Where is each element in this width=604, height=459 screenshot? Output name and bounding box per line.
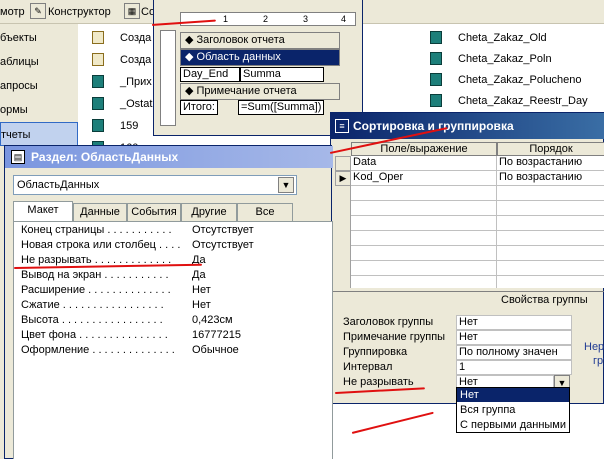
group-props-title: Свойства группы [501, 294, 588, 306]
nav-item-reports[interactable]: тчеты [0, 122, 78, 146]
keep-together-dropdown[interactable]: Нет Вся группа С первыми данными [456, 387, 570, 433]
list-item[interactable]: _Ostat [120, 96, 152, 112]
col-order-header[interactable]: Порядок [497, 142, 604, 156]
object-selector[interactable]: ОбластьДанных [13, 175, 297, 195]
prop-group-footer-value[interactable]: Нет [456, 330, 572, 345]
report-icon [92, 97, 104, 110]
tab-events[interactable]: События [127, 203, 181, 221]
grid-order-cell[interactable]: По возрастанию [497, 171, 604, 186]
band-arrow-icon: ◆ [185, 51, 197, 63]
report-icon [92, 119, 104, 132]
ruler-mark: 2 [263, 14, 269, 24]
property-value[interactable]: Нет [192, 298, 211, 313]
prop-group-on-value[interactable]: По полному значен [456, 345, 572, 360]
view-button[interactable]: мотр [0, 4, 25, 20]
create-report-icon [92, 31, 104, 44]
grid-field-cell[interactable]: Data [351, 156, 497, 171]
sort-group-icon: ≡ [335, 119, 349, 133]
expr-sum[interactable]: =Sum([Summa]) [238, 100, 324, 115]
property-value[interactable]: Да [192, 268, 206, 283]
tab-other[interactable]: Другие [181, 203, 237, 221]
property-label: Новая строка или столбец . . . . [21, 239, 181, 251]
tab-layout[interactable]: Макет [13, 201, 73, 222]
properties-title[interactable]: Раздел: ОбластьДанных [5, 146, 333, 168]
dropdown-option-no[interactable]: Нет [457, 388, 569, 402]
band-arrow-icon: ◆ [185, 85, 197, 97]
prop-label: Группировка [343, 346, 408, 358]
list-item[interactable]: 159 [120, 118, 138, 134]
sorting-grouping-window: Сортировка и группировка ≡ Поле/выражени… [330, 112, 604, 404]
report-icon [92, 75, 104, 88]
prop-interval-value[interactable]: 1 [456, 360, 572, 375]
list-item[interactable]: _Прих [120, 74, 152, 90]
ruler-mark: 1 [223, 14, 229, 24]
label-itogo[interactable]: Итого: [180, 100, 218, 115]
side-hint: гру [593, 355, 604, 367]
row-selector-column [335, 186, 351, 288]
create-report-icon [92, 53, 104, 66]
band-report-footer[interactable]: ◆ Примечание отчета [180, 83, 340, 100]
prop-label: Заголовок группы [343, 316, 434, 328]
property-label: Сжатие . . . . . . . . . . . . . . . . . [21, 299, 164, 311]
list-item[interactable]: Cheta_Zakaz_Reestr_Day [458, 93, 588, 109]
report-icon [430, 94, 442, 107]
ruler-mark: 4 [341, 14, 347, 24]
property-value[interactable]: Отсутствует [192, 223, 254, 238]
property-value[interactable]: 16777215 [192, 328, 241, 343]
create-icon[interactable]: ▦ [124, 3, 140, 19]
grid-field-cell[interactable]: Kod_Oper [351, 171, 497, 186]
property-label: Высота . . . . . . . . . . . . . . . . . [21, 314, 163, 326]
field-summa[interactable]: Summa [240, 67, 324, 82]
dropdown-option-first-detail[interactable]: С первыми данными [457, 418, 569, 432]
horizontal-ruler: 1 2 3 4 [180, 12, 356, 26]
vertical-ruler [160, 30, 176, 126]
property-label: Конец страницы . . . . . . . . . . . [21, 224, 172, 236]
property-value[interactable]: 0,423см [192, 313, 233, 328]
property-label: Расширение . . . . . . . . . . . . . . [21, 284, 171, 296]
nav-item-forms[interactable]: ормы [0, 98, 78, 122]
sort-window-title[interactable]: Сортировка и группировка [331, 113, 604, 139]
field-day-end[interactable]: Day_End [180, 67, 240, 82]
list-item[interactable]: Cheta_Zakaz_Poln [458, 51, 552, 67]
tab-data[interactable]: Данные [73, 203, 127, 221]
prop-label: Примечание группы [343, 331, 446, 343]
nav-item-queries[interactable]: апросы [0, 74, 78, 98]
nav-item-objects[interactable]: бъекты [0, 26, 78, 50]
report-icon [430, 52, 442, 65]
list-item[interactable]: Созда [120, 30, 151, 46]
property-label: Цвет фона . . . . . . . . . . . . . . . [21, 329, 168, 341]
tab-all[interactable]: Все [237, 203, 293, 221]
chevron-down-icon[interactable]: ▼ [278, 177, 294, 193]
designer-button[interactable]: Конструктор [48, 4, 111, 20]
divider [331, 291, 604, 292]
prop-group-header-value[interactable]: Нет [456, 315, 572, 330]
report-icon [430, 73, 442, 86]
band-detail[interactable]: ◆ Область данных [180, 49, 340, 66]
row-selector[interactable] [335, 156, 351, 171]
properties-window: Раздел: ОбластьДанных ▤ ОбластьДанных ▼ … [4, 145, 333, 459]
nav-item-tables[interactable]: аблицы [0, 50, 78, 74]
properties-list: Конец страницы . . . . . . . . . . . Отс… [13, 221, 333, 459]
dropdown-option-whole-group[interactable]: Вся группа [457, 403, 569, 417]
band-arrow-icon: ◆ [185, 34, 197, 46]
design-icon[interactable]: ✎ [30, 3, 46, 19]
ruler-mark: 3 [303, 14, 309, 24]
property-label: Вывод на экран . . . . . . . . . . . [21, 269, 169, 281]
property-value[interactable]: Обычное [192, 343, 239, 358]
current-row-icon: ▶ [339, 173, 347, 183]
grid-order-cell[interactable]: По возрастанию [497, 156, 604, 171]
side-hint: Нера [584, 341, 604, 353]
list-item[interactable]: Созда [120, 52, 151, 68]
prop-label: Интервал [343, 361, 393, 373]
properties-icon: ▤ [11, 150, 25, 164]
band-report-header[interactable]: ◆ Заголовок отчета [180, 32, 340, 49]
property-value[interactable]: Отсутствует [192, 238, 254, 253]
property-value[interactable]: Нет [192, 283, 211, 298]
list-item[interactable]: Cheta_Zakaz_Old [458, 30, 547, 46]
report-icon [430, 31, 442, 44]
row-selector-current[interactable]: ▶ [335, 171, 351, 186]
empty-grid-rows[interactable] [351, 186, 604, 288]
list-item[interactable]: Cheta_Zakaz_Polucheno [458, 72, 582, 88]
property-label: Оформление . . . . . . . . . . . . . . [21, 344, 175, 356]
